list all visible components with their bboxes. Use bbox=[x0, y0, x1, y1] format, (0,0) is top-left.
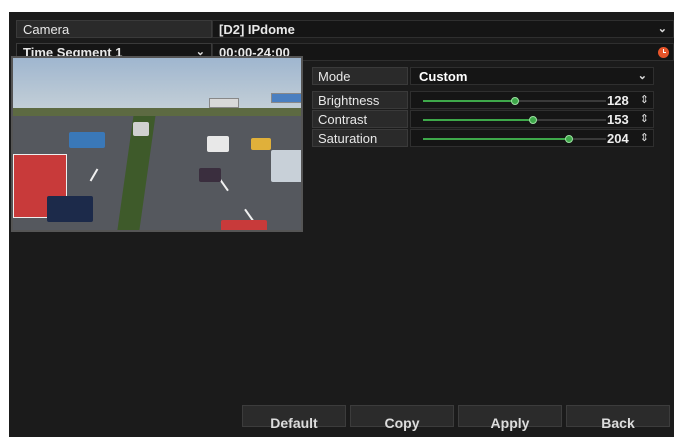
back-button-label: Back bbox=[601, 415, 635, 431]
saturation-label: Saturation bbox=[312, 129, 408, 147]
apply-button[interactable]: Apply bbox=[458, 405, 562, 431]
contrast-slider-handle[interactable] bbox=[529, 116, 537, 124]
contrast-label: Contrast bbox=[312, 110, 408, 128]
contrast-control: 153 ⇕ bbox=[410, 110, 654, 128]
copy-button-label: Copy bbox=[384, 415, 420, 431]
saturation-slider-handle[interactable] bbox=[565, 135, 573, 143]
default-button[interactable]: Default bbox=[242, 405, 346, 431]
chevron-down-icon: ⌄ bbox=[657, 23, 667, 35]
brightness-label: Brightness bbox=[312, 91, 408, 109]
mode-value: Custom bbox=[419, 68, 468, 84]
brightness-control: 128 ⇕ bbox=[410, 91, 654, 109]
camera-preview bbox=[11, 56, 303, 232]
spinner-arrows-icon[interactable]: ⇕ bbox=[640, 112, 649, 125]
copy-button[interactable]: Copy bbox=[350, 405, 454, 431]
clock-icon[interactable] bbox=[658, 47, 669, 58]
camera-select[interactable]: [D2] IPdome ⌄ bbox=[212, 20, 674, 38]
saturation-control: 204 ⇕ bbox=[410, 129, 654, 147]
brightness-slider[interactable] bbox=[423, 97, 606, 105]
brightness-slider-handle[interactable] bbox=[511, 97, 519, 105]
spinner-arrows-icon[interactable]: ⇕ bbox=[640, 131, 649, 144]
chevron-down-icon: ⌄ bbox=[637, 70, 647, 82]
spinner-arrows-icon[interactable]: ⇕ bbox=[640, 93, 649, 106]
camera-row: Camera [D2] IPdome ⌄ bbox=[16, 20, 674, 38]
back-button[interactable]: Back bbox=[566, 405, 670, 431]
default-button-label: Default bbox=[270, 415, 318, 431]
contrast-slider[interactable] bbox=[423, 116, 606, 124]
mode-label: Mode bbox=[312, 67, 408, 85]
camera-value: [D2] IPdome bbox=[219, 21, 295, 37]
apply-button-label: Apply bbox=[490, 415, 530, 431]
saturation-slider[interactable] bbox=[423, 135, 606, 143]
mode-select[interactable]: Custom ⌄ bbox=[410, 67, 654, 85]
camera-label: Camera bbox=[16, 20, 212, 38]
